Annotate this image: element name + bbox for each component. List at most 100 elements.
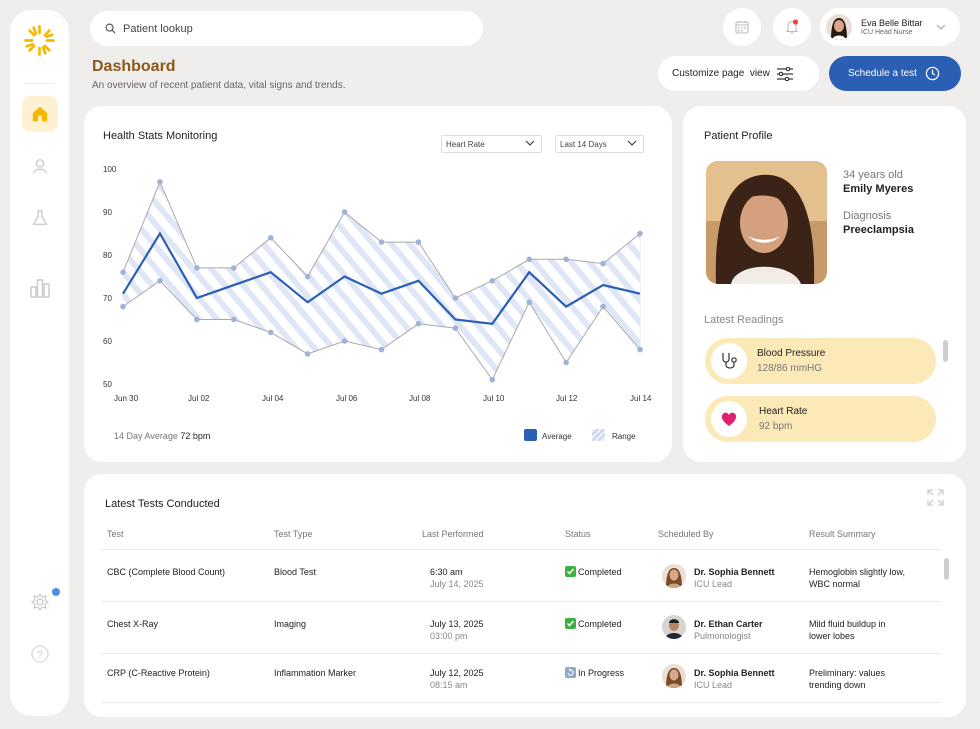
range-upper-point[interactable] [637,230,643,237]
doctor-name: Dr. Sophia Bennett [694,668,775,678]
refresh-icon [565,667,576,678]
range-upper-point[interactable] [600,260,606,267]
result-summary: Mild fluid buildup in [809,619,886,629]
readings-scrollbar[interactable] [943,340,948,362]
stethoscope-icon [711,343,747,379]
tests-title: Latest Tests Conducted [105,498,220,510]
range-lower-point[interactable] [452,325,459,331]
range-upper-point[interactable] [452,295,459,301]
doctor-name: Dr. Sophia Bennett [694,567,775,577]
diagnosis-value: Preeclampsia [843,224,914,236]
avatar [662,564,686,588]
performed-time: 6:30 am [430,567,463,577]
column-header[interactable]: Result Summary [809,529,876,539]
range-upper-point[interactable] [194,265,200,271]
range-lower-point[interactable] [415,321,422,327]
range-lower-point[interactable] [378,346,385,353]
legend-average-label: Average [542,432,572,441]
column-header[interactable]: Status [565,529,591,539]
table-scrollbar[interactable] [944,558,949,580]
column-header[interactable]: Last Performed [422,529,484,539]
range-lower-point[interactable] [230,316,237,323]
x-tick: Jul 02 [188,394,210,403]
test-name: CRP (C-Reactive Protein) [107,668,210,678]
result-summary-2: lower lobes [809,631,855,641]
range-upper-point[interactable] [378,239,385,245]
range-lower-point[interactable] [600,303,606,310]
range-upper-point[interactable] [120,269,126,276]
x-tick: Jul 06 [336,394,358,403]
expand-icon[interactable] [927,489,944,506]
range-upper-point[interactable] [489,278,496,284]
column-header[interactable]: Scheduled By [658,529,714,539]
test-name: CBC (Complete Blood Count) [107,567,226,577]
legend-range-swatch [592,429,605,441]
patient-name: Emily Myeres [843,183,914,195]
range-upper-point[interactable] [267,235,274,241]
range-upper-point[interactable] [304,273,311,280]
doctor-dept: ICU Lead [694,680,733,690]
range-lower-point[interactable] [120,303,126,310]
diagnosis-label: Diagnosis [843,210,892,222]
average-label: 14 Day Average [114,431,178,441]
test-type: Blood Test [274,567,316,577]
performed-time: July 13, 2025 [430,619,484,629]
status-text: Completed [578,619,622,629]
test-type: Imaging [274,619,307,629]
range-lower-point[interactable] [194,316,200,323]
doctor-dept: Pulmonologist [694,631,751,641]
avatar [662,664,686,688]
x-tick: Jul 10 [483,394,505,403]
reading-value: 128/86 mmHG [757,363,823,374]
x-tick: Jul 14 [630,394,652,403]
reading-label: Blood Pressure [757,348,826,359]
result-summary: Preliminary: values [809,668,886,678]
test-type: Inflammation Marker [274,668,357,678]
range-upper-point[interactable] [230,265,237,271]
column-header[interactable]: Test Type [274,529,312,539]
reading-label: Heart Rate [759,406,808,417]
x-tick: Jul 12 [556,394,578,403]
range-upper-point[interactable] [563,256,569,263]
reading-value: 92 bpm [759,421,793,432]
range-lower-point[interactable] [304,351,311,357]
range-lower-point[interactable] [267,329,274,336]
performed-date: 08:15 am [430,680,468,690]
result-summary-2: trending down [809,680,866,690]
range-lower-point[interactable] [637,346,643,353]
average-value: 72 bpm [180,431,211,441]
result-summary-2: WBC normal [809,579,861,589]
avatar [662,615,686,639]
x-tick: Jun 30 [114,394,139,403]
performed-time: July 12, 2025 [430,668,484,678]
patient-age: 34 years old [843,169,903,181]
test-name: Chest X-Ray [107,619,159,629]
status-text: Completed [578,567,622,577]
range-upper-point[interactable] [157,179,163,185]
range-upper-point[interactable] [341,209,348,215]
row-divider [101,549,941,550]
reading-blood-pressure[interactable]: Blood Pressure 128/86 mmHG [705,338,936,384]
result-summary: Hemoglobin slightly low, [809,567,906,577]
performed-date: 03:00 pm [430,631,468,641]
status-text: In Progress [578,668,625,678]
range-upper-point[interactable] [415,239,422,245]
patient-photo [706,161,827,284]
range-lower-point[interactable] [157,278,163,284]
range-upper-point[interactable] [526,256,533,263]
range-lower-point[interactable] [563,359,569,366]
reading-heart-rate[interactable]: Heart Rate 92 bpm [705,396,936,442]
doctor-name: Dr. Ethan Carter [694,619,763,629]
range-lower-point[interactable] [526,299,533,306]
x-tick: Jul 04 [262,394,284,403]
x-tick: Jul 08 [409,394,431,403]
check-icon [565,566,576,577]
range-lower-point[interactable] [341,338,348,344]
patient-profile-title: Patient Profile [704,130,773,142]
row-divider [101,702,941,703]
heart-icon [711,401,747,437]
range-lower-point[interactable] [489,376,496,383]
doctor-dept: ICU Lead [694,579,733,589]
average-summary: 14 Day Average 72 bpm [114,431,210,441]
column-header[interactable]: Test [107,529,124,539]
